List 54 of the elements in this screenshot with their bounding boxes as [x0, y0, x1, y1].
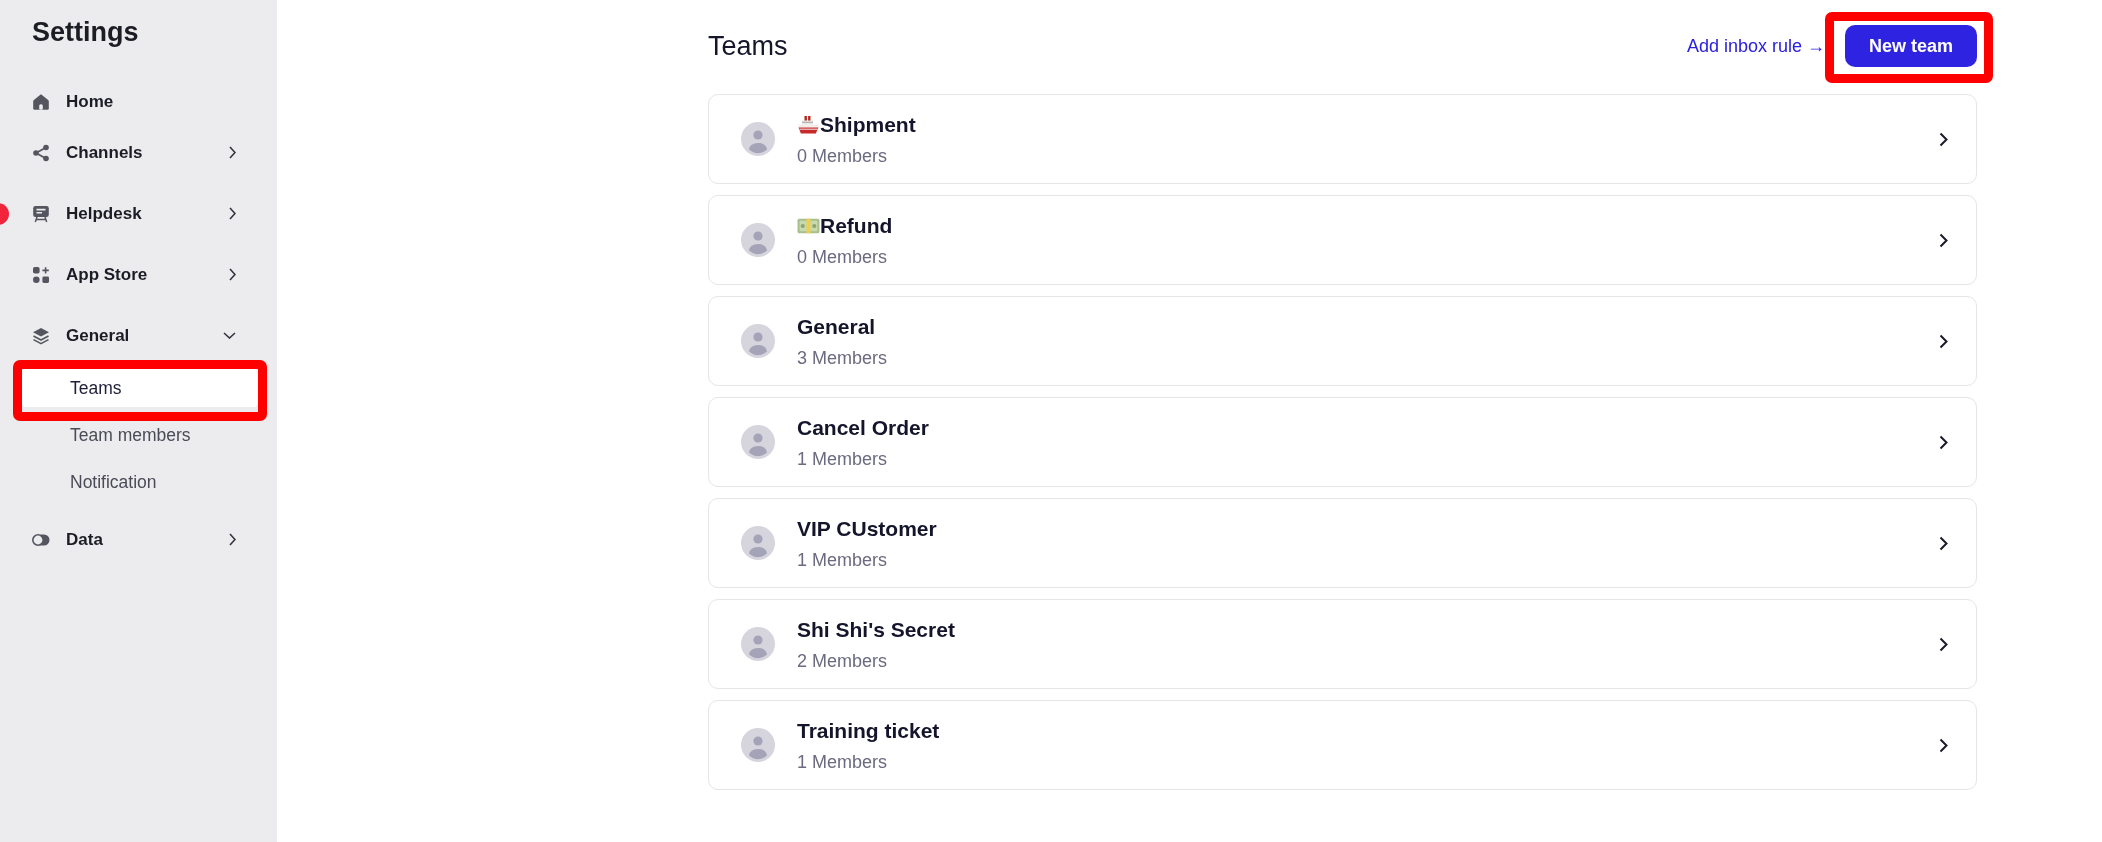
avatar-icon: [741, 223, 775, 257]
nav-item[interactable]: App Store: [22, 244, 258, 305]
nav-item[interactable]: General: [22, 305, 258, 366]
add-inbox-rule-link[interactable]: Add inbox rule →: [1686, 35, 1825, 57]
team-card[interactable]: Shi Shi's Secret 2 Members: [708, 599, 1977, 689]
team-card[interactable]: Cancel Order 1 Members: [708, 397, 1977, 487]
avatar-icon: [741, 627, 775, 661]
team-card[interactable]: Shipment 0 Members: [708, 94, 1977, 184]
member-count: 2 Members: [797, 649, 889, 672]
apps-grid-icon: [32, 265, 50, 284]
ship-icon: [797, 114, 820, 135]
chevron-right-icon: [1939, 232, 1948, 248]
avatar-icon: [741, 324, 775, 358]
nav-subitem[interactable]: Team members: [22, 416, 258, 454]
avatar-icon: [741, 122, 775, 156]
presentation-board-icon: [32, 204, 50, 223]
member-count: 1 Members: [797, 750, 889, 773]
chevron-right-icon: [1939, 535, 1948, 551]
member-count: 1 Members: [797, 447, 889, 470]
team-name: Refund: [820, 212, 893, 239]
nav-item[interactable]: Helpdesk: [22, 183, 258, 244]
member-count: 0 Members: [797, 144, 889, 167]
chevron-right-icon: [1939, 737, 1948, 753]
avatar-icon: [741, 728, 775, 762]
sidebar-title: Settings: [31, 16, 140, 49]
chevron-right-icon: [1939, 636, 1948, 652]
nav-item[interactable]: Data: [22, 509, 258, 570]
team-name: VIP CUstomer: [797, 515, 937, 542]
chevron-right-icon: [1939, 434, 1948, 450]
nav-subitem[interactable]: Teams: [22, 369, 258, 407]
page-title: Teams: [708, 30, 788, 62]
team-name: General: [797, 313, 876, 340]
member-count: 0 Members: [797, 245, 889, 268]
team-card[interactable]: General 3 Members: [708, 296, 1977, 386]
member-count: 3 Members: [797, 346, 889, 369]
chevron-right-icon: [1939, 131, 1948, 147]
team-name: Cancel Order: [797, 414, 929, 441]
nav-item[interactable]: Channels: [22, 122, 258, 183]
chevron-right-icon: [1939, 333, 1948, 349]
layers-icon: [32, 326, 50, 345]
team-name: Training ticket: [797, 717, 940, 744]
member-count: 1 Members: [797, 548, 889, 571]
new-team-button[interactable]: New team: [1844, 25, 1977, 67]
avatar-icon: [741, 526, 775, 560]
team-name: Shipment: [820, 111, 916, 138]
share-icon: [32, 143, 50, 162]
avatar-icon: [741, 425, 775, 459]
team-card[interactable]: Training ticket 1 Members: [708, 700, 1977, 790]
team-card[interactable]: VIP CUstomer 1 Members: [708, 498, 1977, 588]
nav-subitem[interactable]: Notification: [22, 463, 258, 501]
home-icon: [32, 92, 50, 111]
nav-item[interactable]: Home: [22, 81, 258, 122]
team-card[interactable]: Refund 0 Members: [708, 195, 1977, 285]
team-name: Shi Shi's Secret: [797, 616, 955, 643]
